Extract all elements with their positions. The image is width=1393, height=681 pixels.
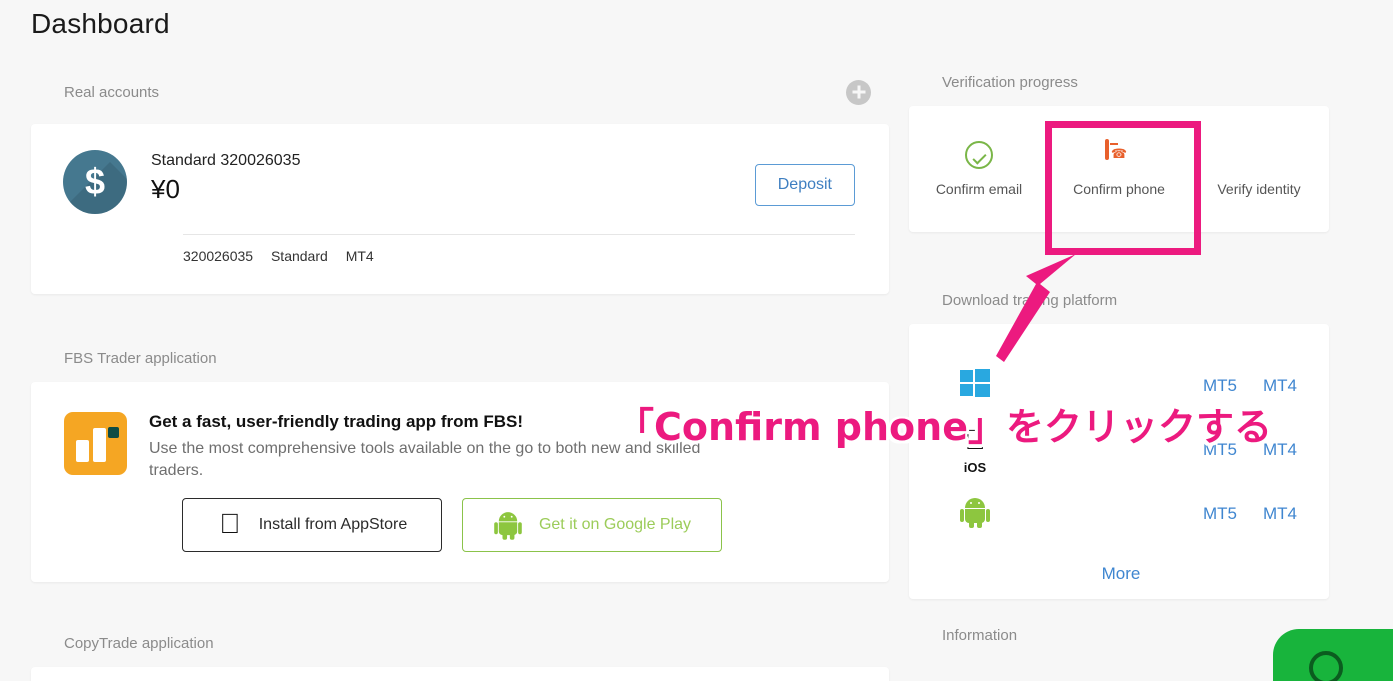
deposit-button[interactable]: Deposit [754,164,855,206]
account-meta-platform: MT4 [345,248,374,264]
account-meta: 320026035 Standard MT4 [183,248,388,264]
account-top-row: $ Standard 320026035 ¥0 Deposit [63,150,855,214]
download-platform-label: Download trading platform [942,292,1118,309]
fbs-trader-label: FBS Trader application [64,350,217,367]
dollar-circle-icon: $ [63,150,127,214]
download-link-mt5[interactable]: MT5 [1203,376,1237,396]
account-meta-type: Standard [270,248,328,264]
verify-step-label: Confirm phone [1073,181,1165,197]
annotation-text: 「Confirm phone」をクリックする [616,405,1272,449]
page-title: Dashboard [31,8,170,39]
right-column: Verification progress Confirm email Conf… [909,74,1329,644]
googleplay-button-label: Get it on Google Play [538,516,692,534]
account-divider [183,234,855,235]
get-it-on-google-play-button[interactable]: Get it on Google Play [462,498,722,553]
android-icon [960,496,990,528]
download-link-mt4[interactable]: MT4 [1263,504,1297,524]
add-account-button[interactable] [846,79,871,105]
account-meta-number: 320026035 [183,248,254,264]
verification-progress-card: Confirm email Confirm phone Verify ident… [909,106,1329,232]
download-platform-card: MT5 MT4  iOS MT5 MT4 [909,324,1329,599]
account-name: Standard 320026035 [151,152,301,169]
copytrade-label: CopyTrade application [64,635,214,652]
account-card[interactable]: $ Standard 320026035 ¥0 Deposit 32002603… [31,124,889,294]
install-from-appstore-button[interactable]:  Install from AppStore [182,498,442,553]
apple-icon:  [217,510,243,540]
more-link[interactable]: More [945,564,1297,584]
windows-icon [960,369,990,399]
information-label: Information [942,627,1018,644]
copytrade-card [31,667,889,681]
bar-chart-app-icon [64,412,127,475]
verify-step-verify-identity[interactable]: Verify identity [1189,106,1329,232]
appstore-button-label: Install from AppStore [258,516,408,534]
real-accounts-label: Real accounts [64,83,160,101]
download-os-android [945,496,1005,532]
download-link-mt4[interactable]: MT4 [1263,376,1297,396]
headset-icon [1309,651,1343,681]
id-card-icon [1245,141,1273,169]
download-row-android: MT5 MT4 [945,482,1297,546]
verify-step-label: Confirm email [935,181,1023,197]
fbs-store-buttons:  Install from AppStore Get it on Google… [182,498,889,553]
verify-step-label: Verify identity [1217,181,1301,197]
download-links-windows: MT5 MT4 [1203,376,1297,396]
left-column: Real accounts $ Standard 320026035 ¥0 De… [31,74,889,681]
download-os-name: iOS [963,459,987,475]
download-links-android: MT5 MT4 [1203,504,1297,524]
verify-step-confirm-email[interactable]: Confirm email [909,106,1049,232]
download-link-mt5[interactable]: MT5 [1203,504,1237,524]
verify-step-confirm-phone[interactable]: Confirm phone [1049,106,1189,232]
account-info: Standard 320026035 ¥0 [151,150,755,205]
account-balance: ¥0 [151,174,180,204]
real-accounts-header: Real accounts [31,74,889,110]
check-circle-icon [965,141,993,169]
verification-progress-label: Verification progress [942,74,1078,91]
android-icon [494,510,522,540]
support-chat-widget[interactable] [1273,629,1393,681]
phone-icon [1105,139,1133,169]
